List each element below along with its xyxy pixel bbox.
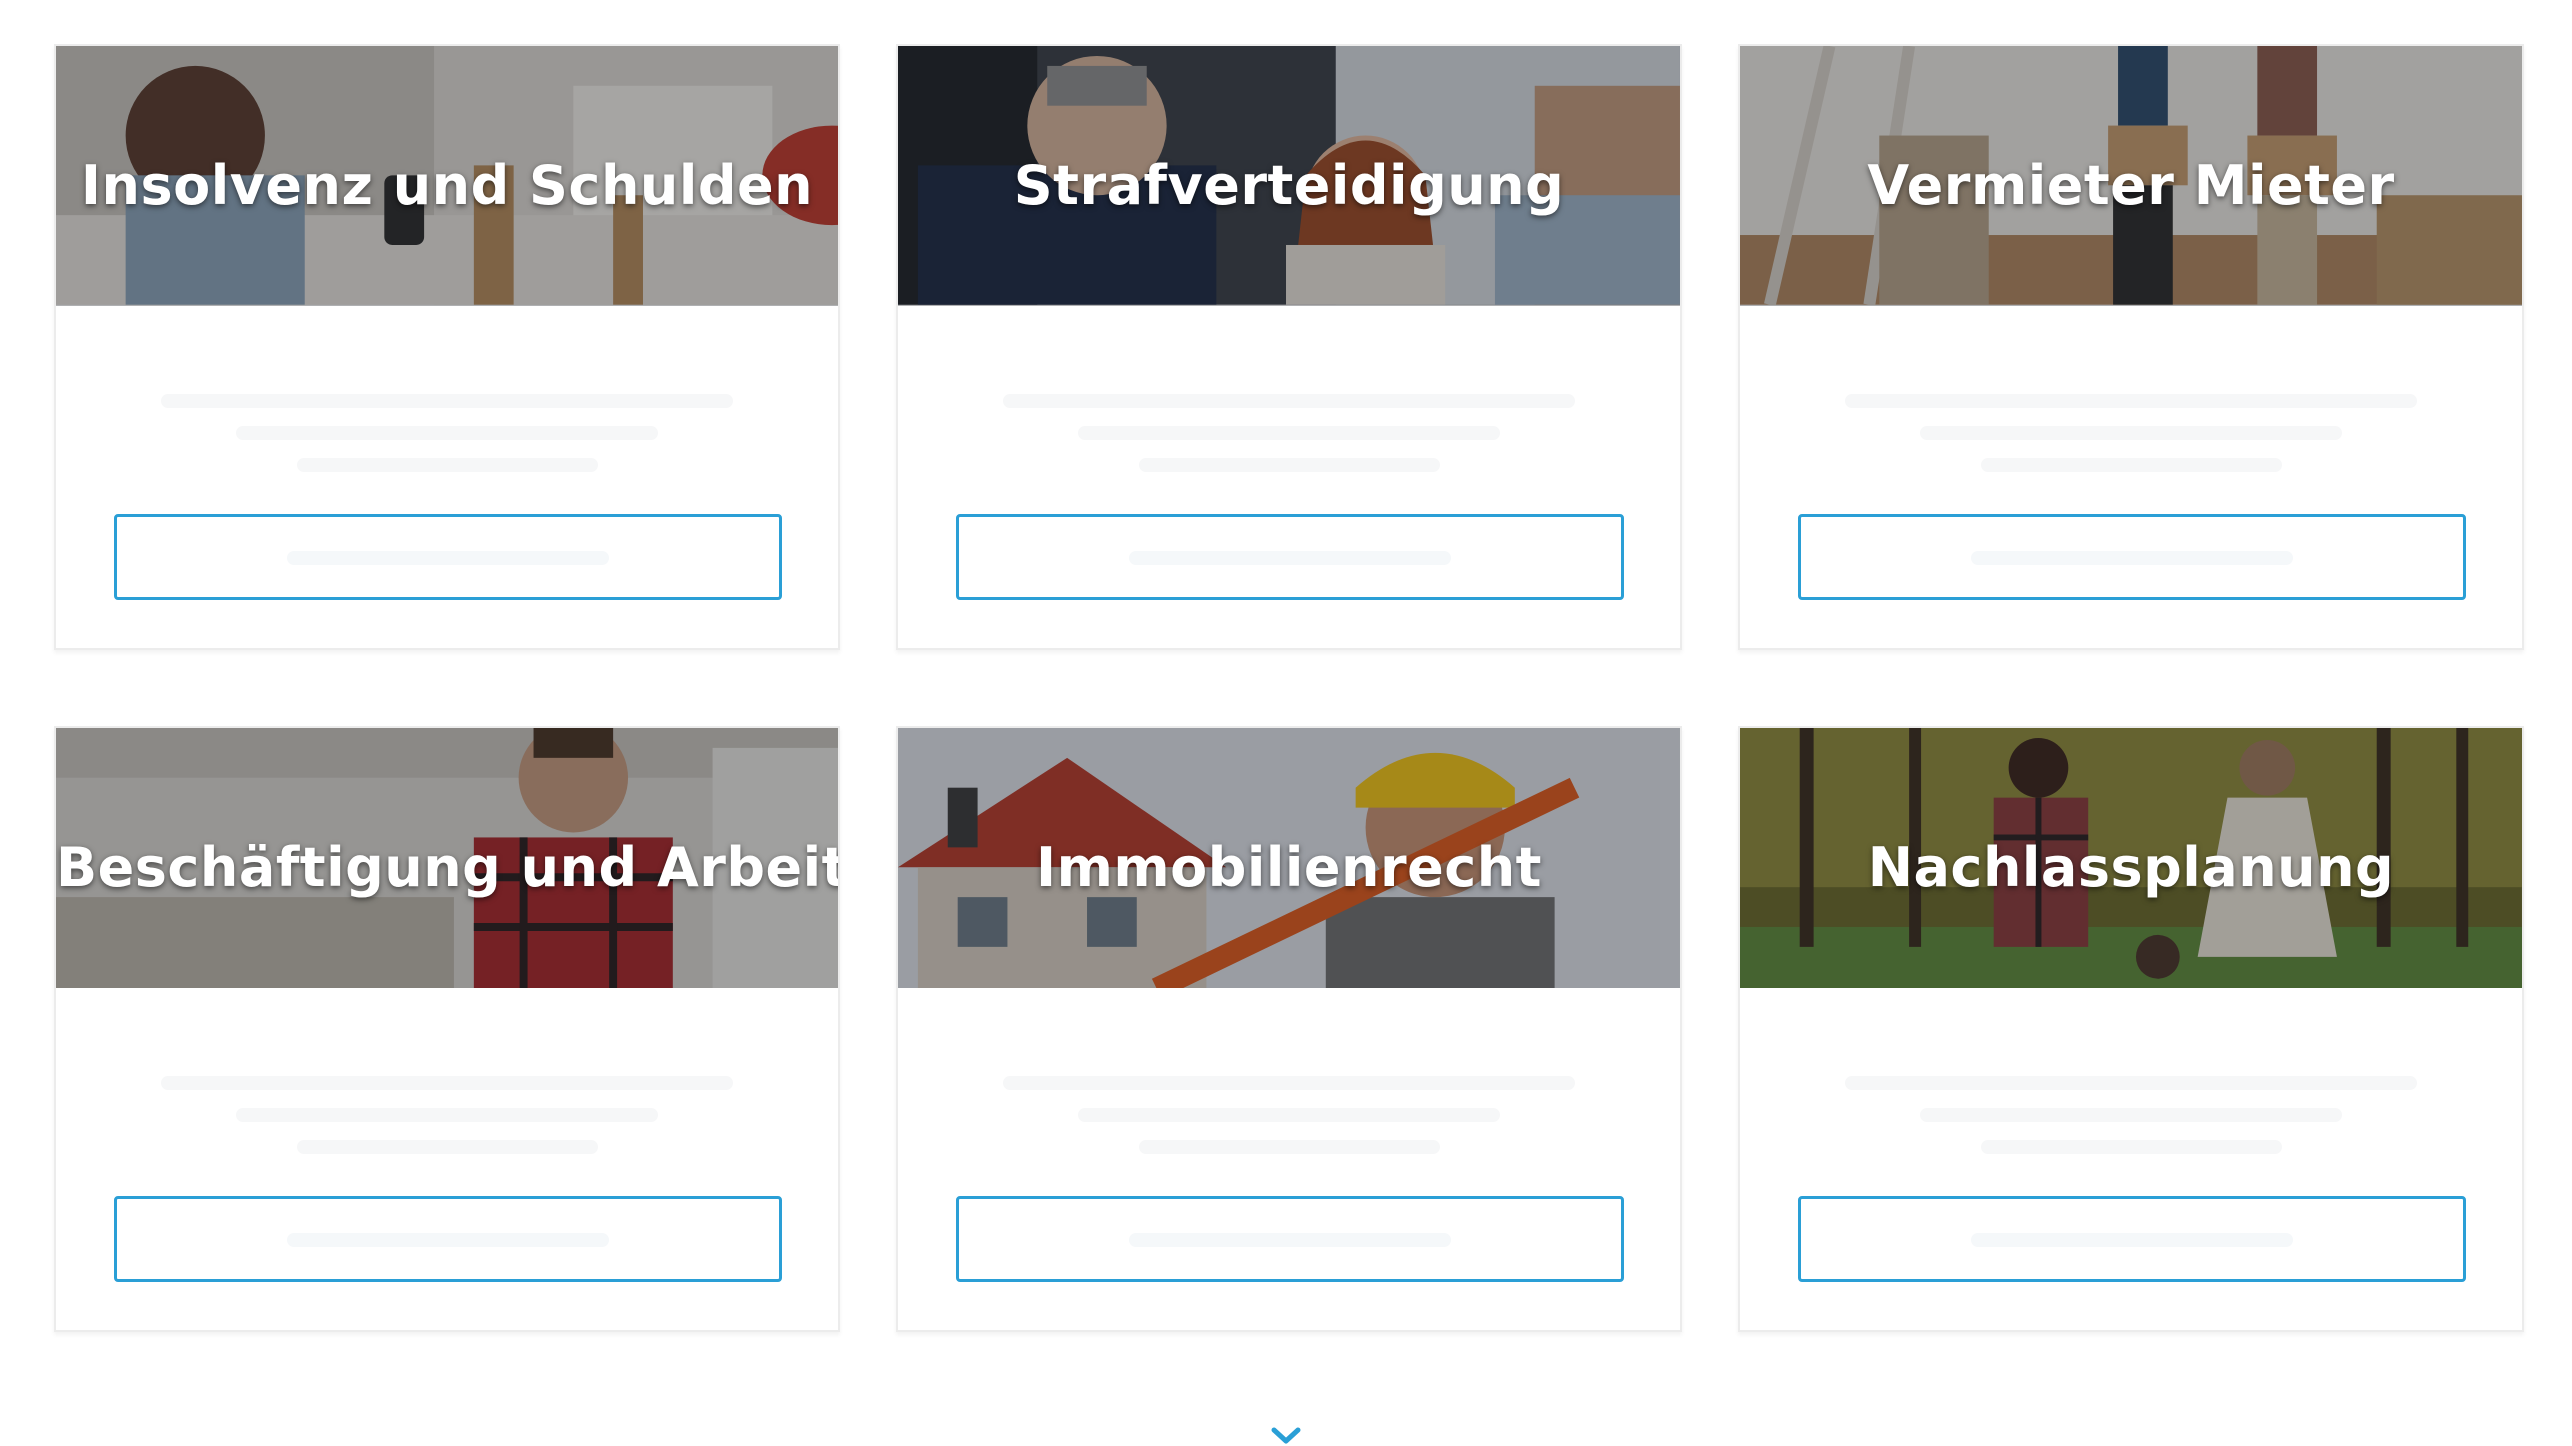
card-title: Nachlassplanung — [1867, 836, 2395, 899]
card-action-button[interactable] — [1798, 1196, 2466, 1282]
card-hero-image: Strafverteidigung — [898, 46, 1680, 306]
card-action-button[interactable] — [1798, 514, 2466, 600]
practice-area-card[interactable]: Beschäftigung und Arbeit — [54, 726, 840, 1332]
card-action-button[interactable] — [956, 1196, 1624, 1282]
practice-area-grid: Insolvenz und Schulden Strafverteidigung… — [54, 44, 2524, 1332]
card-title: Immobilienrecht — [1036, 836, 1542, 899]
card-description — [146, 376, 748, 486]
card-action-button[interactable] — [114, 514, 782, 600]
card-hero-image: Insolvenz und Schulden — [56, 46, 838, 306]
card-action-button[interactable] — [956, 514, 1624, 600]
practice-area-card[interactable]: Insolvenz und Schulden — [54, 44, 840, 650]
practice-area-card[interactable]: Vermieter Mieter — [1738, 44, 2524, 650]
card-hero-image: Vermieter Mieter — [1740, 46, 2522, 306]
chevron-down-icon[interactable] — [1270, 1426, 1302, 1446]
card-description — [988, 1058, 1590, 1168]
card-hero-image: Nachlassplanung — [1740, 728, 2522, 988]
card-description — [146, 1058, 748, 1168]
card-description — [988, 376, 1590, 486]
practice-area-card[interactable]: Nachlassplanung — [1738, 726, 2524, 1332]
card-title: Insolvenz und Schulden — [80, 154, 814, 217]
practice-area-card[interactable]: Immobilienrecht — [896, 726, 1682, 1332]
practice-area-card[interactable]: Strafverteidigung — [896, 44, 1682, 650]
card-action-button[interactable] — [114, 1196, 782, 1282]
card-title: Beschäftigung und Arbeit — [56, 836, 838, 899]
card-title: Vermieter Mieter — [1867, 154, 2395, 217]
card-hero-image: Immobilienrecht — [898, 728, 1680, 988]
card-description — [1830, 1058, 2432, 1168]
card-hero-image: Beschäftigung und Arbeit — [56, 728, 838, 988]
card-description — [1830, 376, 2432, 486]
card-title: Strafverteidigung — [1013, 154, 1565, 217]
